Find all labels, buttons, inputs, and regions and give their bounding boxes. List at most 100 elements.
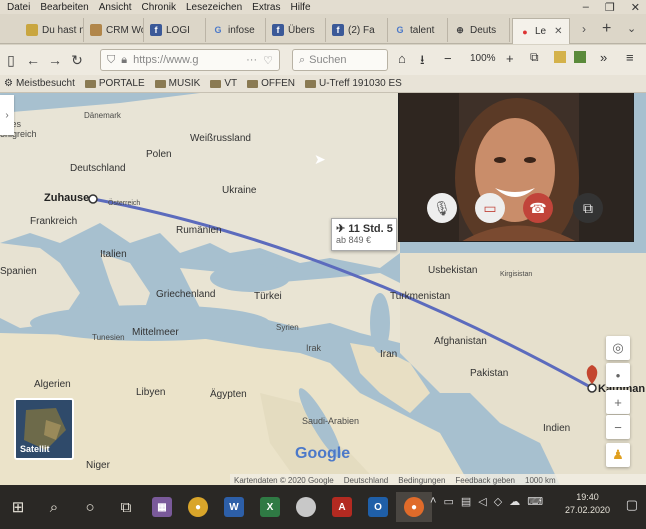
- extension-icon[interactable]: [554, 51, 566, 63]
- chevron-up-icon[interactable]: ˄: [430, 495, 436, 508]
- satellite-toggle[interactable]: Satellit: [14, 398, 74, 460]
- close-icon[interactable]: ✕: [631, 1, 640, 14]
- store-icon[interactable]: ▦: [144, 492, 180, 522]
- outlook-icon[interactable]: O: [360, 492, 396, 522]
- network-icon[interactable]: ▤: [461, 495, 471, 508]
- menu-datei[interactable]: Datei: [2, 2, 35, 13]
- keyboard-icon[interactable]: ⌨: [527, 495, 543, 508]
- reload-icon[interactable]: ↻: [66, 52, 88, 69]
- forward-icon[interactable]: →: [44, 52, 66, 68]
- facebook-icon: f: [272, 24, 284, 36]
- globe-icon[interactable]: ◎: [606, 336, 630, 360]
- back-icon[interactable]: ←: [22, 52, 44, 68]
- bookmark-meistbesucht[interactable]: ⚙ Meistbesucht: [4, 78, 75, 89]
- hamburger-menu-icon[interactable]: ≡: [626, 50, 634, 65]
- map-label-turkmenistan: Turkmenistan: [390, 291, 451, 302]
- acrobat-icon[interactable]: A: [324, 492, 360, 522]
- map-scale[interactable]: 1000 km: [525, 476, 556, 485]
- camera-icon[interactable]: ▭: [475, 193, 505, 223]
- tab-4[interactable]: f Übers: [266, 18, 326, 42]
- map-label-frankreich: Frankreich: [30, 216, 78, 227]
- word-icon[interactable]: W: [216, 492, 252, 522]
- tab-2[interactable]: f LOGI: [144, 18, 206, 42]
- folder-icon: [210, 79, 222, 88]
- zoom-level[interactable]: 100%: [470, 53, 496, 64]
- menu-hilfe[interactable]: Hilfe: [286, 2, 316, 13]
- tab-5[interactable]: f (2) Fa: [326, 18, 388, 42]
- battery-icon[interactable]: ▭: [443, 495, 453, 508]
- menu-chronik[interactable]: Chronik: [137, 2, 181, 13]
- zoom-out-button[interactable]: −: [606, 415, 630, 439]
- volume-icon[interactable]: ◁: [478, 495, 486, 508]
- bookmark-u-treff[interactable]: U-Treff 191030 ES: [305, 78, 402, 89]
- pocket-icon[interactable]: ♡: [263, 54, 273, 67]
- zoom-out-icon[interactable]: −: [444, 51, 452, 66]
- more-icon[interactable]: ···: [246, 54, 257, 66]
- tab-6[interactable]: Gtalent: [388, 18, 448, 42]
- terms-link[interactable]: Bedingungen: [398, 476, 445, 485]
- map-label-oesterreich: Österreich: [108, 200, 141, 207]
- clock-time: 19:40: [576, 492, 599, 502]
- chevron-down-icon[interactable]: ⌄: [627, 22, 636, 35]
- tab-0[interactable]: Du hast n: [20, 18, 84, 42]
- menu-extras[interactable]: Extras: [247, 2, 285, 13]
- onedrive-icon[interactable]: ☁: [509, 495, 520, 508]
- tab-scroll-right-icon[interactable]: ›: [582, 22, 586, 36]
- flight-info-card[interactable]: ✈ 11 Std. 5 ab 849 €: [331, 218, 397, 251]
- close-tab-icon[interactable]: ✕: [554, 26, 562, 37]
- bookmark-portale[interactable]: PORTALE: [84, 78, 145, 89]
- map-label-libyen: Libyen: [136, 387, 166, 398]
- tab-3[interactable]: Ginfose: [206, 18, 266, 42]
- microphone-icon[interactable]: 🎙︎: [427, 193, 457, 223]
- feedback-link[interactable]: Feedback geben: [455, 476, 515, 485]
- tab-8-active[interactable]: ● Le ✕: [512, 18, 570, 44]
- url-bar[interactable]: ⛉ 🔒︎ https://www.g ··· ♡: [100, 49, 280, 71]
- firefox-icon[interactable]: ●: [396, 492, 432, 522]
- map-label-syrien: Syrien: [276, 323, 299, 332]
- photos-icon[interactable]: [288, 492, 324, 522]
- bookmark-vt[interactable]: VT: [210, 78, 237, 89]
- clock-date: 27.02.2020: [564, 505, 610, 515]
- map-label-spanien: Spanien: [0, 266, 37, 277]
- overflow-icon[interactable]: »: [600, 50, 607, 65]
- pegman-icon[interactable]: ♟: [606, 443, 630, 467]
- sidebar-expand-icon[interactable]: ›: [0, 95, 14, 135]
- switch-window-icon[interactable]: ⧉: [573, 193, 603, 223]
- folder-icon: [247, 79, 259, 88]
- task-view-icon[interactable]: ⧉: [108, 492, 144, 522]
- bookmark-musik[interactable]: MUSIK: [154, 78, 200, 89]
- menu-bearbeiten[interactable]: Bearbeiten: [35, 2, 93, 13]
- excel-icon[interactable]: X: [252, 492, 288, 522]
- my-location-icon[interactable]: •: [606, 363, 630, 387]
- video-call-window[interactable]: 🎙︎ ▭ ☎︎ ⧉: [398, 93, 634, 242]
- search-icon[interactable]: ⌕: [36, 492, 72, 522]
- download-icon[interactable]: ⭳: [420, 51, 425, 73]
- tab-7[interactable]: ⊕ Deuts: [448, 18, 510, 42]
- extension-icon[interactable]: [574, 51, 586, 63]
- sidebar-icon[interactable]: ▯: [0, 52, 22, 69]
- chrome-icon[interactable]: ●: [180, 492, 216, 522]
- minimize-icon[interactable]: –: [583, 1, 589, 14]
- tab-1[interactable]: CRM Worl: [84, 18, 144, 42]
- dropbox-icon[interactable]: ◇: [494, 495, 502, 508]
- home-icon[interactable]: ⌂: [398, 51, 406, 66]
- map-country-link[interactable]: Deutschland: [344, 476, 388, 485]
- google-logo: Google: [295, 445, 351, 462]
- taskbar-clock[interactable]: 19:40 27.02.2020: [565, 491, 610, 517]
- map-view[interactable]: igtes önigreich Dänemark Weißrussland Po…: [0, 93, 646, 485]
- extension-icon[interactable]: ⧉: [530, 50, 539, 65]
- maximize-icon[interactable]: ❐: [605, 1, 615, 14]
- cortana-icon[interactable]: ○: [72, 492, 108, 522]
- map-pin-icon: ●: [522, 26, 528, 37]
- search-field[interactable]: ⌕ Suchen: [292, 49, 388, 71]
- zoom-in-icon[interactable]: +: [506, 51, 514, 66]
- menu-lesezeichen[interactable]: Lesezeichen: [181, 2, 247, 13]
- map-label-italien: Italien: [100, 249, 127, 260]
- new-tab-icon[interactable]: +: [602, 20, 611, 38]
- windows-start-icon[interactable]: ⊞: [0, 492, 36, 522]
- bookmark-offen[interactable]: OFFEN: [247, 78, 295, 89]
- notification-icon[interactable]: ▢: [626, 497, 638, 513]
- zoom-in-button[interactable]: +: [606, 390, 630, 414]
- hang-up-icon[interactable]: ☎︎: [523, 193, 553, 223]
- menu-ansicht[interactable]: Ansicht: [94, 2, 137, 13]
